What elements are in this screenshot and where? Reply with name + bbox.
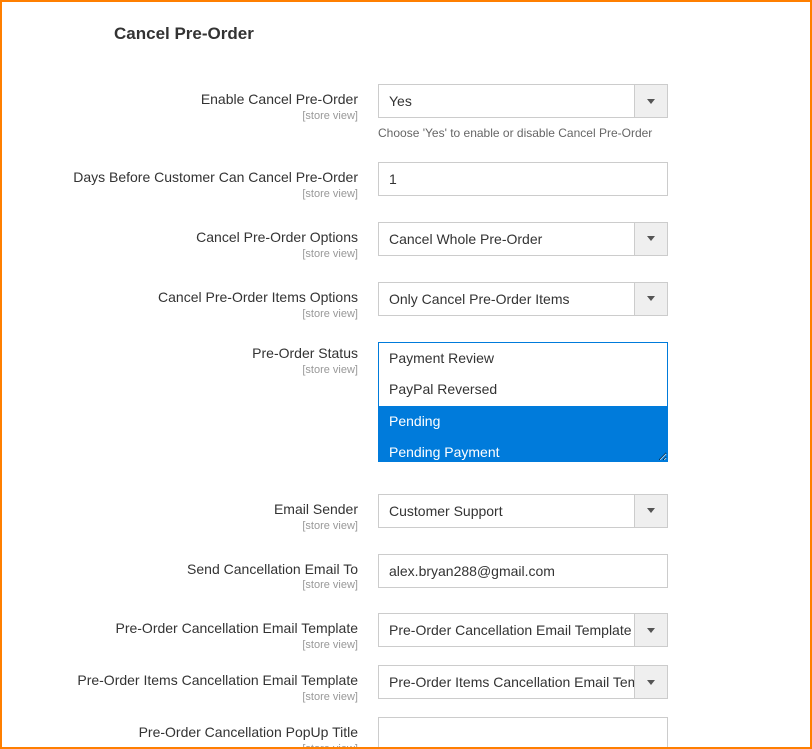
email-sender-select[interactable]: Customer Support (378, 494, 668, 528)
field-popup-title: Pre-Order Cancellation PopUp Title [stor… (2, 717, 810, 749)
scope-label: [store view] (2, 188, 358, 200)
field-label: Pre-Order Cancellation PopUp Title (139, 724, 358, 740)
caret-down-icon (647, 99, 655, 104)
input-col: Cancel Whole Pre-Order (378, 222, 668, 256)
select-toggle[interactable] (634, 665, 668, 699)
label-col: Pre-Order Cancellation Email Template [s… (2, 613, 378, 651)
select-value: Pre-Order Cancellation Email Template (D (378, 613, 634, 647)
config-frame: Cancel Pre-Order Enable Cancel Pre-Order… (0, 0, 812, 749)
select-value: Pre-Order Items Cancellation Email Temp (378, 665, 634, 699)
scope-label: [store view] (2, 364, 358, 376)
select-value: Only Cancel Pre-Order Items (378, 282, 634, 316)
cancel-options-select[interactable]: Cancel Whole Pre-Order (378, 222, 668, 256)
input-col (378, 717, 668, 749)
status-option[interactable]: Payment Review (379, 343, 667, 375)
field-enable-cancel: Enable Cancel Pre-Order [store view] Yes… (2, 84, 810, 140)
field-label: Email Sender (274, 501, 358, 517)
items-cancel-email-template-select[interactable]: Pre-Order Items Cancellation Email Temp (378, 665, 668, 699)
popup-title-input[interactable] (378, 717, 668, 749)
label-col: Email Sender [store view] (2, 494, 378, 532)
scope-label: [store view] (2, 691, 358, 703)
select-toggle[interactable] (634, 84, 668, 118)
label-col: Enable Cancel Pre-Order [store view] (2, 84, 378, 122)
help-text: Choose 'Yes' to enable or disable Cancel… (378, 126, 668, 140)
input-col: Pre-Order Cancellation Email Template (D (378, 613, 668, 647)
label-col: Cancel Pre-Order Options [store view] (2, 222, 378, 260)
select-toggle[interactable] (634, 222, 668, 256)
field-send-email-to: Send Cancellation Email To [store view] (2, 554, 810, 592)
status-option[interactable]: Pending (379, 406, 667, 438)
select-toggle[interactable] (634, 494, 668, 528)
input-col: Pre-Order Items Cancellation Email Temp (378, 665, 668, 699)
input-col (378, 554, 668, 588)
field-label: Enable Cancel Pre-Order (201, 91, 358, 107)
field-label: Pre-Order Items Cancellation Email Templ… (77, 672, 358, 688)
enable-select[interactable]: Yes (378, 84, 668, 118)
scope-label: [store view] (2, 110, 358, 122)
form-area: Enable Cancel Pre-Order [store view] Yes… (2, 44, 810, 749)
scope-label: [store view] (2, 743, 358, 749)
field-label: Cancel Pre-Order Options (196, 229, 358, 245)
caret-down-icon (647, 680, 655, 685)
caret-down-icon (647, 236, 655, 241)
select-toggle[interactable] (634, 282, 668, 316)
status-option[interactable]: Pending Payment (379, 437, 667, 461)
cancel-email-template-select[interactable]: Pre-Order Cancellation Email Template (D (378, 613, 668, 647)
input-col (378, 162, 668, 196)
scope-label: [store view] (2, 248, 358, 260)
label-col: Days Before Customer Can Cancel Pre-Orde… (2, 162, 378, 200)
days-before-input[interactable] (378, 162, 668, 196)
cancel-items-options-select[interactable]: Only Cancel Pre-Order Items (378, 282, 668, 316)
field-label: Send Cancellation Email To (187, 561, 358, 577)
scope-label: [store view] (2, 579, 358, 591)
input-col: Only Cancel Pre-Order Items (378, 282, 668, 316)
label-col: Pre-Order Items Cancellation Email Templ… (2, 665, 378, 703)
caret-down-icon (647, 296, 655, 301)
input-col: Customer Support (378, 494, 668, 528)
field-cancel-options: Cancel Pre-Order Options [store view] Ca… (2, 222, 810, 260)
label-col: Pre-Order Status [store view] (2, 342, 378, 376)
label-col: Send Cancellation Email To [store view] (2, 554, 378, 592)
label-col: Pre-Order Cancellation PopUp Title [stor… (2, 717, 378, 749)
field-email-sender: Email Sender [store view] Customer Suppo… (2, 494, 810, 532)
section-title: Cancel Pre-Order (2, 2, 810, 44)
field-label: Days Before Customer Can Cancel Pre-Orde… (73, 169, 358, 185)
select-value: Cancel Whole Pre-Order (378, 222, 634, 256)
scope-label: [store view] (2, 639, 358, 651)
field-items-cancel-email-template: Pre-Order Items Cancellation Email Templ… (2, 665, 810, 703)
select-toggle[interactable] (634, 613, 668, 647)
select-value: Yes (378, 84, 634, 118)
label-col: Cancel Pre-Order Items Options [store vi… (2, 282, 378, 320)
field-cancel-email-template: Pre-Order Cancellation Email Template [s… (2, 613, 810, 651)
caret-down-icon (647, 508, 655, 513)
field-label: Pre-Order Cancellation Email Template (115, 620, 358, 636)
input-col: Yes Choose 'Yes' to enable or disable Ca… (378, 84, 668, 140)
caret-down-icon (647, 628, 655, 633)
field-preorder-status: Pre-Order Status [store view] Payment Re… (2, 342, 810, 462)
select-value: Customer Support (378, 494, 634, 528)
input-col: Payment ReviewPayPal ReversedPendingPend… (378, 342, 668, 462)
field-label: Pre-Order Status (252, 345, 358, 361)
field-label: Cancel Pre-Order Items Options (158, 289, 358, 305)
field-days-before: Days Before Customer Can Cancel Pre-Orde… (2, 162, 810, 200)
status-multiselect[interactable]: Payment ReviewPayPal ReversedPendingPend… (378, 342, 668, 462)
scope-label: [store view] (2, 308, 358, 320)
status-option[interactable]: PayPal Reversed (379, 374, 667, 406)
field-cancel-items-options: Cancel Pre-Order Items Options [store vi… (2, 282, 810, 320)
scope-label: [store view] (2, 520, 358, 532)
send-email-to-input[interactable] (378, 554, 668, 588)
